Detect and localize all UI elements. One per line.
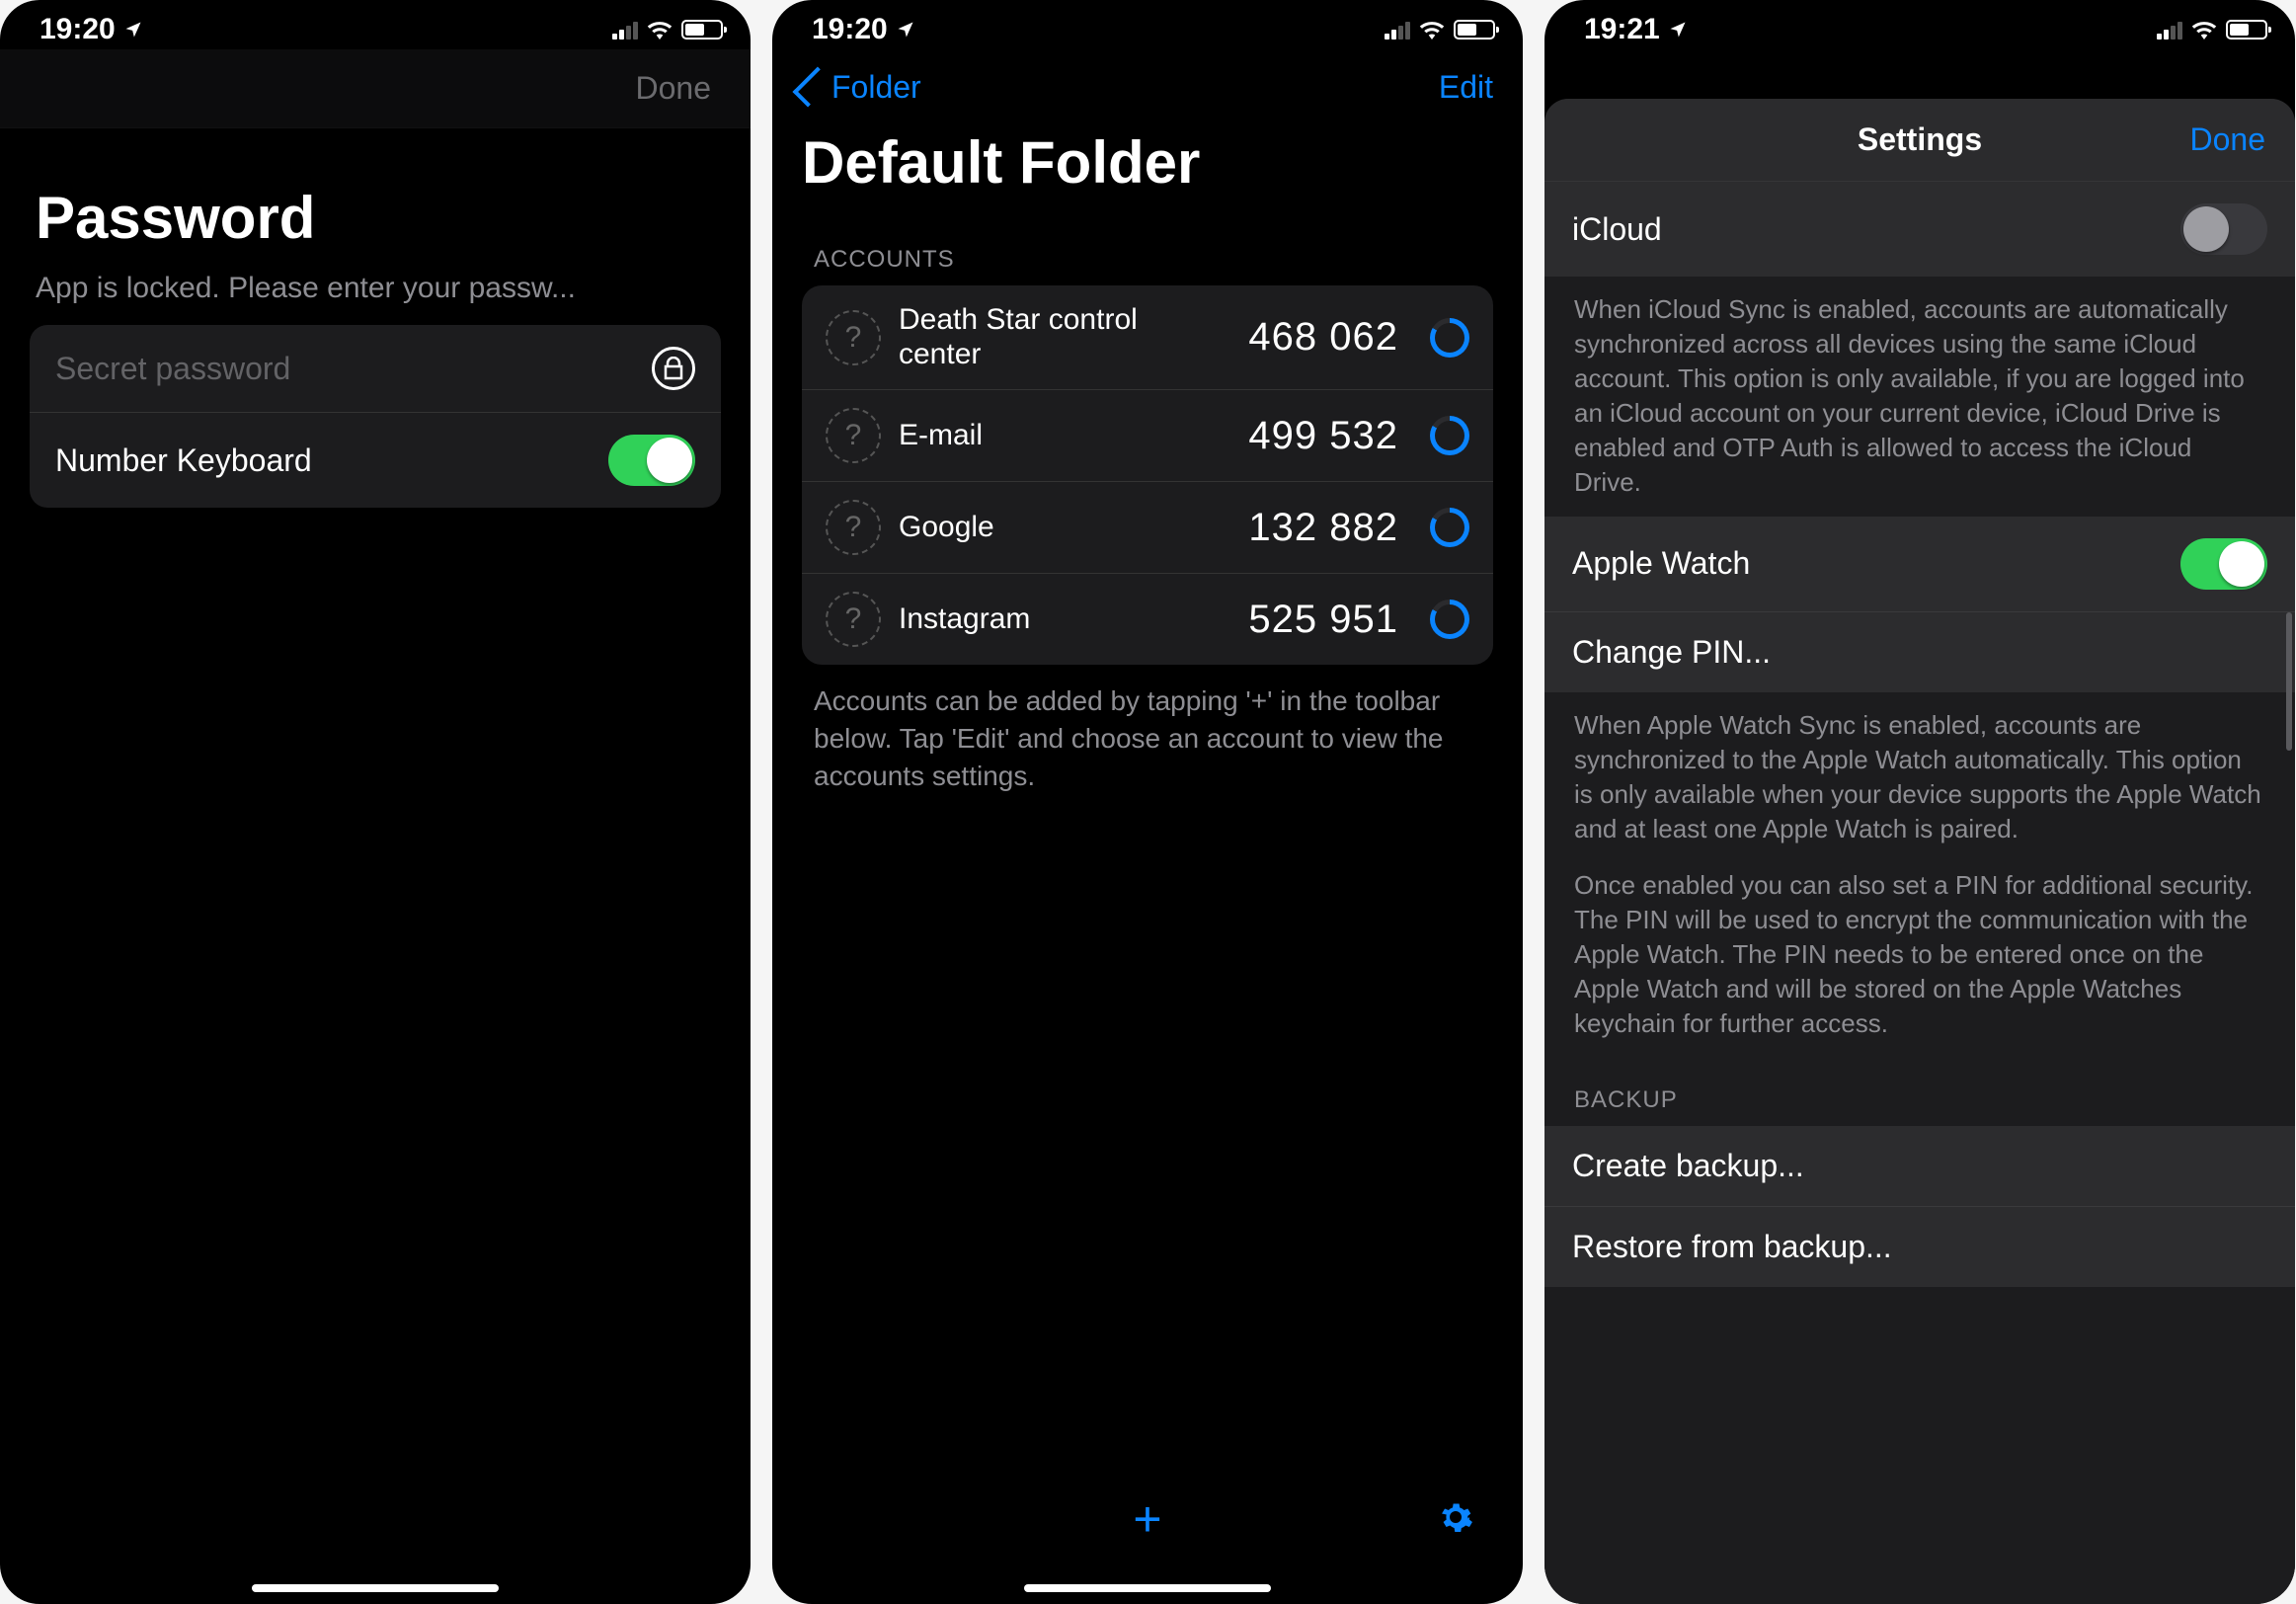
password-input-row[interactable]: Secret password [30,325,721,413]
countdown-ring-icon [1430,416,1469,455]
account-row[interactable]: ? Death Star control center 468 062 [802,285,1493,390]
account-placeholder-icon: ? [826,408,881,463]
page-title: Settings [1858,121,1982,158]
status-time: 19:20 [40,13,116,46]
account-name: Instagram [899,602,1230,637]
countdown-ring-icon [1430,508,1469,547]
account-code: 499 532 [1248,414,1398,458]
settings-sheet: Settings Done iCloud When iCloud Sync is… [1544,99,2295,1604]
screen-settings: 19:21 Settings Done iCloud When iCloud S… [1544,0,2295,1604]
status-bar: 19:20 [772,0,1523,49]
done-button[interactable]: Done [2190,121,2266,158]
account-placeholder-icon: ? [826,310,881,365]
restore-backup-button[interactable]: Restore from backup... [1544,1207,2295,1287]
chevron-left-icon [792,66,832,107]
icloud-description: When iCloud Sync is enabled, accounts ar… [1544,277,2295,517]
home-indicator[interactable] [252,1584,499,1592]
account-row[interactable]: ? E-mail 499 532 [802,390,1493,482]
screen-folder: 19:20 Folder Edit Default Folder ACCOUNT… [772,0,1523,1604]
page-title: Default Folder [772,124,1523,218]
restore-backup-label: Restore from backup... [1572,1229,1892,1265]
nav-bar: Settings Done [1544,99,2295,182]
location-icon [1668,20,1688,40]
change-pin-button[interactable]: Change PIN... [1544,612,2295,692]
battery-icon [1454,20,1495,40]
apple-watch-row: Apple Watch [1544,517,2295,612]
account-code: 468 062 [1248,315,1398,360]
icloud-row: iCloud [1544,182,2295,277]
wifi-icon [1418,20,1446,40]
icloud-label: iCloud [1572,211,1662,248]
create-backup-button[interactable]: Create backup... [1544,1126,2295,1207]
page-title: Password [0,128,751,272]
apple-watch-description-2: Once enabled you can also set a PIN for … [1544,862,2295,1057]
back-label: Folder [831,69,921,106]
cellular-icon [1385,20,1410,40]
apple-watch-section: Apple Watch Change PIN... [1544,517,2295,692]
number-keyboard-toggle[interactable] [608,435,695,486]
nav-bar: Folder Edit [772,49,1523,124]
location-icon [123,20,143,40]
number-keyboard-row: Number Keyboard [30,413,721,508]
home-indicator[interactable] [1024,1584,1271,1592]
settings-button[interactable] [1438,1499,1473,1540]
status-time: 19:21 [1584,13,1660,46]
gear-icon [1438,1499,1473,1535]
wifi-icon [646,20,673,40]
location-icon [896,20,915,40]
countdown-ring-icon [1430,600,1469,639]
toolbar: + [772,1480,1523,1559]
account-placeholder-icon: ? [826,500,881,555]
page-subtitle: App is locked. Please enter your passw..… [0,272,751,317]
accounts-footer: Accounts can be added by tapping '+' in … [772,665,1523,812]
battery-icon [2226,20,2267,40]
accounts-list: ? Death Star control center 468 062 ? E-… [802,285,1493,665]
account-name: Death Star control center [899,303,1230,371]
password-manager-icon[interactable] [652,347,695,390]
create-backup-label: Create backup... [1572,1148,1804,1184]
apple-watch-toggle[interactable] [2180,538,2267,590]
password-input[interactable]: Secret password [55,351,652,387]
status-bar: 19:20 [0,0,751,49]
screen-password: 19:20 Done Password App is locked. Pleas… [0,0,751,1604]
account-code: 525 951 [1248,598,1398,642]
change-pin-label: Change PIN... [1572,634,1771,671]
back-button[interactable]: Folder [802,69,921,106]
accounts-header: ACCOUNTS [772,218,1523,285]
account-name: E-mail [899,419,1230,453]
password-group: Secret password Number Keyboard [30,325,721,508]
account-row[interactable]: ? Google 132 882 [802,482,1493,574]
cellular-icon [612,20,638,40]
account-name: Google [899,511,1230,545]
account-placeholder-icon: ? [826,592,881,647]
icloud-section: iCloud [1544,182,2295,277]
edit-button[interactable]: Edit [1439,69,1493,106]
countdown-ring-icon [1430,318,1469,358]
add-button[interactable]: + [1133,1490,1161,1548]
scroll-indicator[interactable] [2286,612,2292,751]
status-bar: 19:21 [1544,0,2295,49]
cellular-icon [2157,20,2182,40]
battery-icon [681,20,723,40]
account-row[interactable]: ? Instagram 525 951 [802,574,1493,665]
backup-section: Create backup... Restore from backup... [1544,1126,2295,1287]
apple-watch-label: Apple Watch [1572,545,1750,582]
wifi-icon [2190,20,2218,40]
number-keyboard-label: Number Keyboard [55,442,312,479]
backup-header: BACKUP [1544,1057,2295,1126]
nav-bar: Done [0,49,751,128]
done-button[interactable]: Done [636,70,712,107]
account-code: 132 882 [1248,506,1398,550]
icloud-toggle[interactable] [2180,203,2267,255]
apple-watch-description-1: When Apple Watch Sync is enabled, accoun… [1544,692,2295,862]
status-time: 19:20 [812,13,888,46]
